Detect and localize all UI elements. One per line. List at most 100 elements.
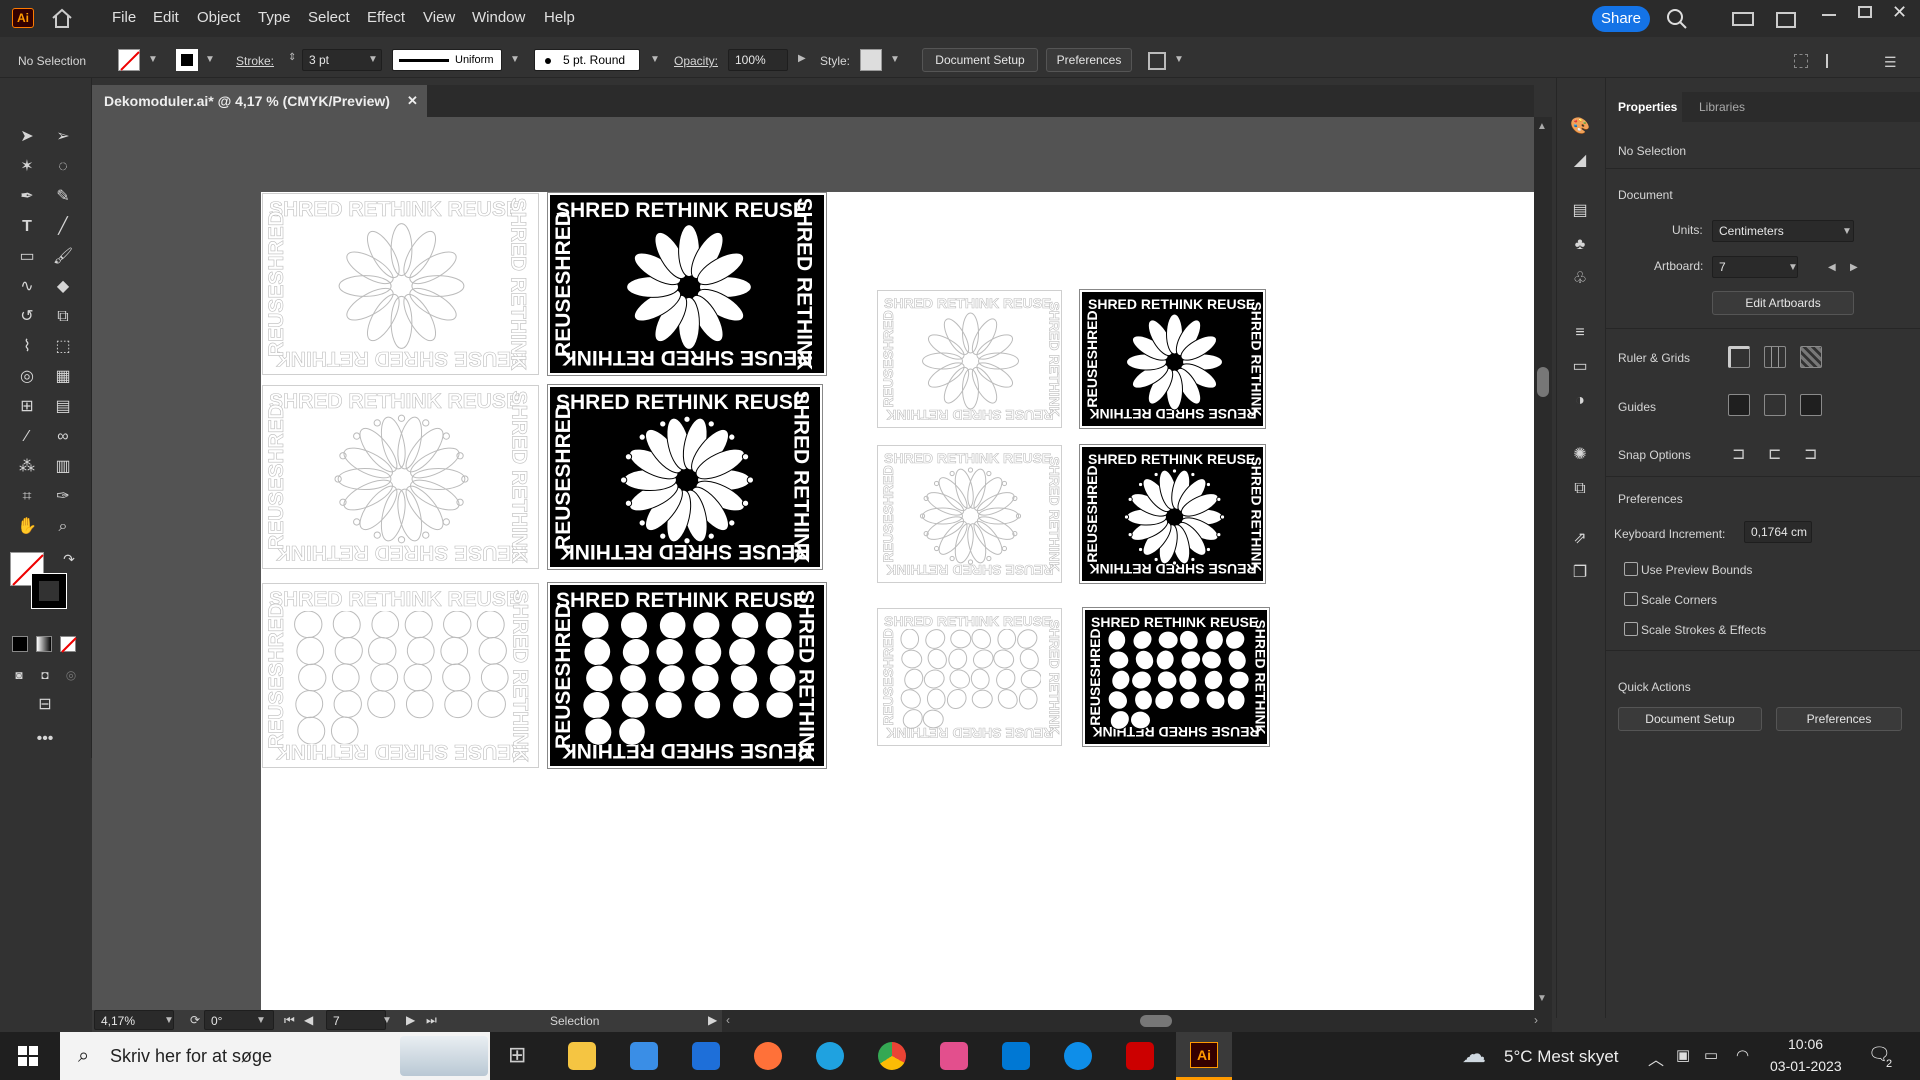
restore-icon[interactable]: [1858, 6, 1872, 18]
document-setup-button[interactable]: Document Setup: [922, 48, 1038, 72]
menu-edit[interactable]: Edit: [153, 9, 179, 26]
weather-icon[interactable]: ☁: [1462, 1040, 1486, 1069]
menu-view[interactable]: View: [423, 9, 455, 26]
teamviewer-icon[interactable]: [1064, 1042, 1092, 1070]
swap-fill-stroke-icon[interactable]: ↷: [58, 548, 80, 570]
preferences-button[interactable]: Preferences: [1046, 48, 1132, 72]
show-guides-icon[interactable]: [1728, 394, 1750, 416]
selection-tool-icon[interactable]: ➤: [16, 126, 38, 148]
previous-artboard-icon[interactable]: ◀: [304, 1013, 313, 1027]
chevron-down-icon[interactable]: ▼: [1174, 54, 1184, 65]
weather-text[interactable]: 5°C Mest skyet: [1504, 1047, 1619, 1067]
status-menu-icon[interactable]: ▶: [708, 1013, 717, 1027]
scroll-down-icon[interactable]: ▼: [1537, 993, 1547, 1004]
blend-tool-icon[interactable]: ∞: [52, 426, 74, 448]
home-icon[interactable]: [50, 8, 74, 28]
close-window-icon[interactable]: ✕: [1892, 2, 1907, 23]
rulers-icon[interactable]: [1728, 346, 1750, 368]
lasso-icon[interactable]: ◌: [52, 156, 74, 178]
battery-icon[interactable]: ▭: [1704, 1046, 1718, 1064]
eraser-icon[interactable]: ◆: [52, 276, 74, 298]
menu-effect[interactable]: Effect: [367, 9, 405, 26]
artboard-navigation-field[interactable]: 7: [326, 1010, 386, 1030]
gradient-tool-icon[interactable]: ▤: [52, 396, 74, 418]
minimize-icon[interactable]: [1822, 14, 1836, 16]
menu-window[interactable]: Window: [472, 9, 525, 26]
fill-none-icon[interactable]: [118, 49, 140, 71]
taskbar-search[interactable]: ⌕ Skriv her for at søge: [60, 1032, 490, 1080]
brush-definition-field[interactable]: 5 pt. Round: [534, 49, 640, 71]
artboard-dropdown[interactable]: 7: [1712, 256, 1798, 278]
zoom-field[interactable]: 4,17%: [94, 1010, 174, 1030]
draw-behind-icon[interactable]: ◘: [34, 664, 56, 686]
chevron-down-icon[interactable]: ▼: [148, 54, 158, 65]
artwork-tile[interactable]: SHRED RETHINK REUSE REUSE SHRED RETHINK RE…: [877, 608, 1062, 746]
direct-selection-tool-icon[interactable]: ➢: [52, 126, 74, 148]
artwork-tile[interactable]: SHRED RETHINK REUSE REUSE SHRED RETHINK RE…: [262, 583, 539, 768]
vscode-icon[interactable]: [1002, 1042, 1030, 1070]
next-artboard-icon[interactable]: ▶: [406, 1013, 415, 1027]
snap-to-glyph-icon[interactable]: ⊐: [1804, 444, 1817, 464]
artwork-tile[interactable]: SHRED RETHINK REUSE REUSE SHRED RETHINK RE…: [1079, 289, 1266, 429]
scale-strokes-effects-checkbox[interactable]: [1624, 622, 1638, 636]
scale-tool-icon[interactable]: ⧉: [52, 306, 74, 328]
panel-menu-icon[interactable]: ☰: [1884, 54, 1897, 71]
artwork-tile[interactable]: SHRED RETHINK REUSE REUSE SHRED RETHINK RE…: [877, 445, 1062, 583]
perspective-grid-icon[interactable]: ▦: [52, 366, 74, 388]
edge-icon[interactable]: [816, 1042, 844, 1070]
chevron-down-icon[interactable]: ▼: [164, 1015, 174, 1026]
artboards-panel-icon[interactable]: ⧉: [1569, 478, 1591, 500]
artwork-tile[interactable]: SHRED RETHINK REUSE REUSE SHRED RETHINK RE…: [1079, 444, 1266, 584]
asset-export-icon[interactable]: ✺: [1569, 444, 1591, 466]
eyedropper-icon[interactable]: ⁄: [16, 426, 38, 448]
width-tool-icon[interactable]: ⌇: [16, 336, 38, 358]
clock-time[interactable]: 10:06: [1788, 1036, 1823, 1052]
share-button[interactable]: Share: [1592, 6, 1650, 32]
snap-to-pixel-icon[interactable]: ⊏: [1768, 444, 1781, 464]
magic-wand-icon[interactable]: ✶: [16, 156, 38, 178]
gradient-mode-icon[interactable]: [36, 636, 52, 652]
variable-width-profile[interactable]: Uniform: [392, 49, 502, 71]
chevron-down-icon[interactable]: ▼: [890, 54, 900, 65]
quick-preferences-button[interactable]: Preferences: [1776, 707, 1902, 731]
hand-tool-icon[interactable]: ✋: [16, 516, 38, 538]
task-view-icon[interactable]: ⊞: [508, 1042, 526, 1068]
draw-normal-icon[interactable]: ◙: [8, 664, 30, 686]
shaper-tool-icon[interactable]: ∿: [16, 276, 38, 298]
chevron-down-icon[interactable]: ▼: [382, 1015, 392, 1026]
opacity-label[interactable]: Opacity:: [674, 54, 718, 68]
snap-to-point-icon[interactable]: ⊐: [1732, 444, 1745, 464]
last-artboard-icon[interactable]: ⏭: [426, 1013, 437, 1028]
slice-tool-icon[interactable]: ✑: [52, 486, 74, 508]
mesh-tool-icon[interactable]: ⊞: [16, 396, 38, 418]
units-dropdown[interactable]: Centimeters: [1712, 220, 1854, 242]
next-artboard-icon[interactable]: ▶: [1850, 262, 1858, 273]
export-icon[interactable]: ⇗: [1569, 528, 1591, 550]
tab-libraries[interactable]: Libraries: [1699, 100, 1745, 114]
acrobat-icon[interactable]: [1126, 1042, 1154, 1070]
file-explorer-icon[interactable]: [568, 1042, 596, 1070]
chevron-down-icon[interactable]: ▼: [1842, 226, 1852, 237]
document-tab[interactable]: Dekomoduler.ai* @ 4,17 % (CMYK/Preview) …: [92, 85, 427, 117]
edit-artboards-button[interactable]: Edit Artboards: [1712, 291, 1854, 315]
draw-inside-icon[interactable]: ◎: [60, 664, 82, 686]
curvature-tool-icon[interactable]: ✎: [52, 186, 74, 208]
search-icon[interactable]: [1666, 8, 1688, 33]
rectangle-tool-icon[interactable]: ▭: [16, 246, 38, 268]
stroke-label[interactable]: Stroke:: [236, 54, 274, 68]
arrange-documents-icon[interactable]: [1732, 12, 1754, 26]
webcam-icon[interactable]: ▣: [1676, 1046, 1690, 1064]
distribute-icon[interactable]: [1826, 54, 1842, 68]
color-guide-icon[interactable]: 🎨: [1569, 116, 1591, 138]
paintbrush-icon[interactable]: 🖌: [52, 246, 74, 268]
smart-guides-icon[interactable]: [1800, 394, 1822, 416]
color-mode-icon[interactable]: [12, 636, 28, 652]
brushes-icon[interactable]: ♣: [1569, 234, 1591, 256]
pen-tool-icon[interactable]: ✒: [16, 186, 38, 208]
opacity-field[interactable]: 100%: [728, 49, 788, 71]
scale-corners-checkbox[interactable]: [1624, 592, 1638, 606]
quick-document-setup-button[interactable]: Document Setup: [1618, 707, 1762, 731]
chevron-down-icon[interactable]: ▼: [256, 1015, 266, 1026]
lock-guides-icon[interactable]: [1764, 394, 1786, 416]
menu-select[interactable]: Select: [308, 9, 350, 26]
